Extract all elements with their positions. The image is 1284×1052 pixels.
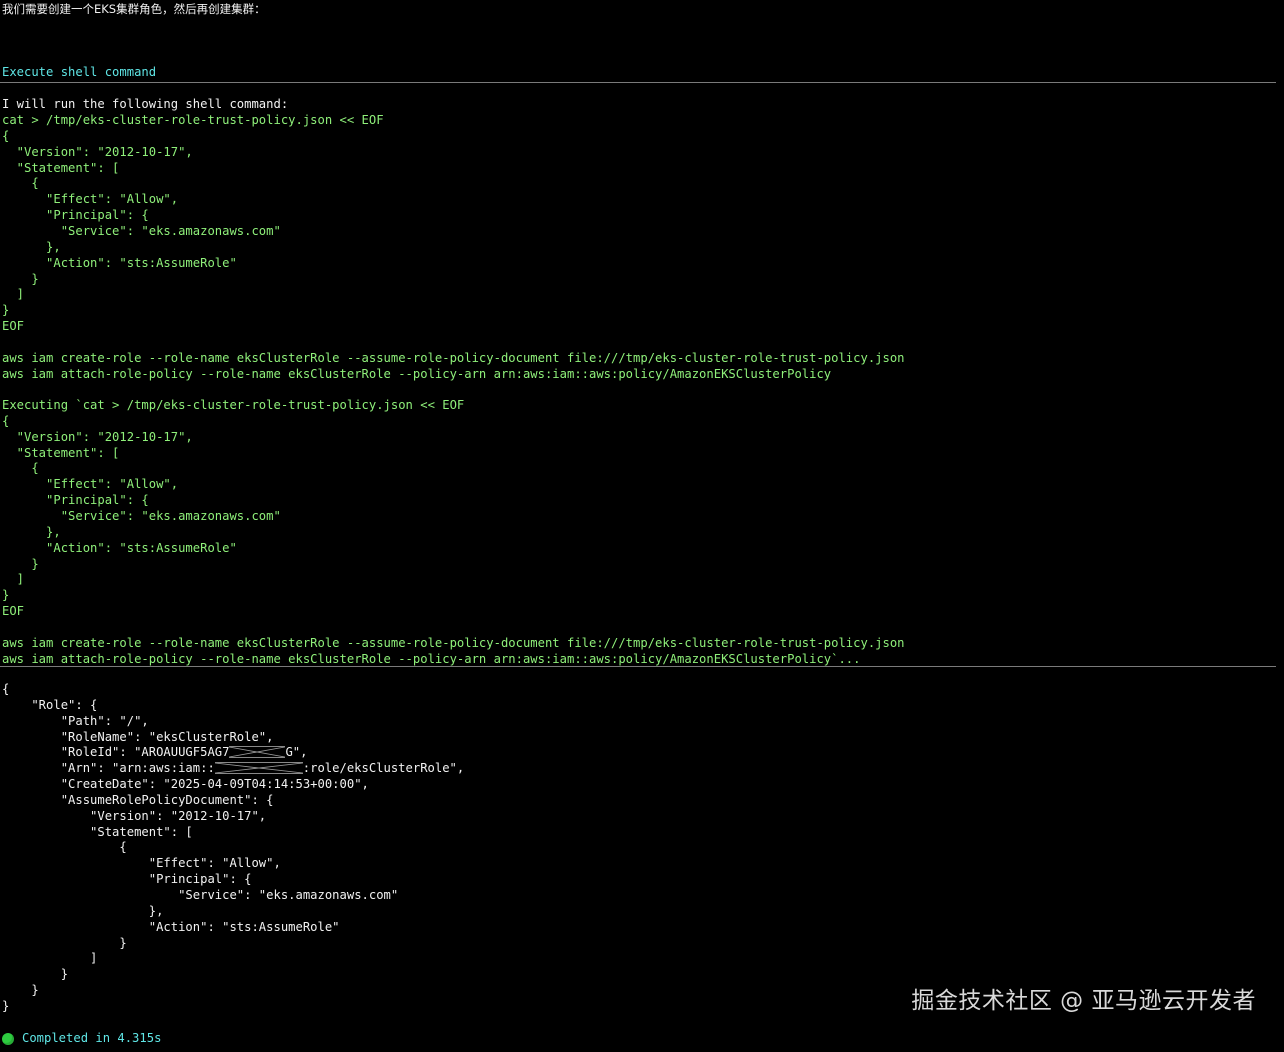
redacted-mask xyxy=(229,746,286,758)
executing-line: "Service": "eks.amazonaws.com" xyxy=(2,508,281,523)
command-line: } xyxy=(2,303,10,318)
command-line: { xyxy=(2,128,10,143)
output-line: "Path": "/", xyxy=(2,713,149,728)
success-dot-icon xyxy=(2,1032,14,1045)
output-line: } xyxy=(2,998,10,1013)
status-text: Completed in 4.315s xyxy=(22,1031,162,1045)
output-line: }, xyxy=(2,903,164,918)
output-line: } xyxy=(2,983,39,998)
command-line: "Service": "eks.amazonaws.com" xyxy=(2,223,281,238)
redacted-mask xyxy=(214,762,303,774)
output-line: ] xyxy=(2,951,98,966)
executing-line: { xyxy=(2,413,10,428)
command-line: aws iam create-role --role-name eksClust… xyxy=(2,350,905,365)
command-line: ] xyxy=(2,287,25,302)
output-line-roleid: "RoleId": "AROAUUGF5AG7 G", xyxy=(2,745,308,761)
output-line: { xyxy=(2,840,127,855)
output-line: "Statement": [ xyxy=(2,824,193,839)
output-line-arn: "Arn": "arn:aws:iam:::role/eksClusterRol… xyxy=(2,761,465,777)
roleid-prefix: "RoleId": "AROAUUGF5AG7 xyxy=(2,745,230,759)
output-line: "Action": "sts:AssumeRole" xyxy=(2,919,340,934)
executing-line: "Version": "2012-10-17", xyxy=(2,429,193,444)
command-line: "Statement": [ xyxy=(2,160,120,175)
output-divider xyxy=(0,666,1276,667)
executing-line: } xyxy=(2,556,39,571)
output-line: { xyxy=(2,682,10,696)
output-line: } xyxy=(2,967,69,982)
executing-line: "Principal": { xyxy=(2,493,149,508)
executing-line: ] xyxy=(2,572,25,587)
status-bar: Completed in 4.315s xyxy=(2,1031,161,1047)
executing-line: aws iam create-role --role-name eksClust… xyxy=(2,635,905,650)
tool-header: Execute shell command xyxy=(2,65,157,79)
section-divider xyxy=(0,82,1276,83)
executing-line: "Statement": [ xyxy=(2,445,120,460)
output-line: } xyxy=(2,935,127,950)
command-line: "Version": "2012-10-17", xyxy=(2,144,193,159)
output-line: "Service": "eks.amazonaws.com" xyxy=(2,887,399,902)
arn-prefix: "Arn": "arn:aws:iam:: xyxy=(2,761,215,775)
executing-line: { xyxy=(2,461,39,476)
command-line: cat > /tmp/eks-cluster-role-trust-policy… xyxy=(2,113,384,127)
roleid-suffix: G", xyxy=(285,745,308,759)
output-line: "CreateDate": "2025-04-09T04:14:53+00:00… xyxy=(2,777,369,791)
executing-line: "Action": "sts:AssumeRole" xyxy=(2,540,237,555)
command-line: } xyxy=(2,271,39,286)
output-line: "Version": "2012-10-17", xyxy=(2,808,267,823)
command-line: "Effect": "Allow", xyxy=(2,192,179,207)
command-line: { xyxy=(2,176,39,191)
output-line: "Principal": { xyxy=(2,872,252,887)
watermark-text: 掘金技术社区 @ 亚马逊云开发者 xyxy=(911,988,1256,1014)
command-line: aws iam attach-role-policy --role-name e… xyxy=(2,366,832,381)
executing-line: EOF xyxy=(2,604,25,619)
executing-line: "Effect": "Allow", xyxy=(2,477,179,492)
command-intro: I will run the following shell command: xyxy=(2,97,289,111)
command-line: EOF xyxy=(2,319,25,334)
output-line: "Effect": "Allow", xyxy=(2,856,281,871)
command-line: }, xyxy=(2,239,61,254)
executing-line: Executing `cat > /tmp/eks-cluster-role-t… xyxy=(2,398,465,412)
arn-suffix: :role/eksClusterRole", xyxy=(302,761,465,775)
output-line: "RoleName": "eksClusterRole", xyxy=(2,729,274,744)
executing-line: }, xyxy=(2,524,61,539)
executing-line: } xyxy=(2,588,10,603)
user-prompt: 我们需要创建一个EKS集群角色，然后再创建集群： xyxy=(2,2,266,16)
command-line: "Action": "sts:AssumeRole" xyxy=(2,255,237,270)
output-line: "AssumeRolePolicyDocument": { xyxy=(2,792,274,807)
output-line: "Role": { xyxy=(2,697,98,712)
command-line: "Principal": { xyxy=(2,208,149,223)
